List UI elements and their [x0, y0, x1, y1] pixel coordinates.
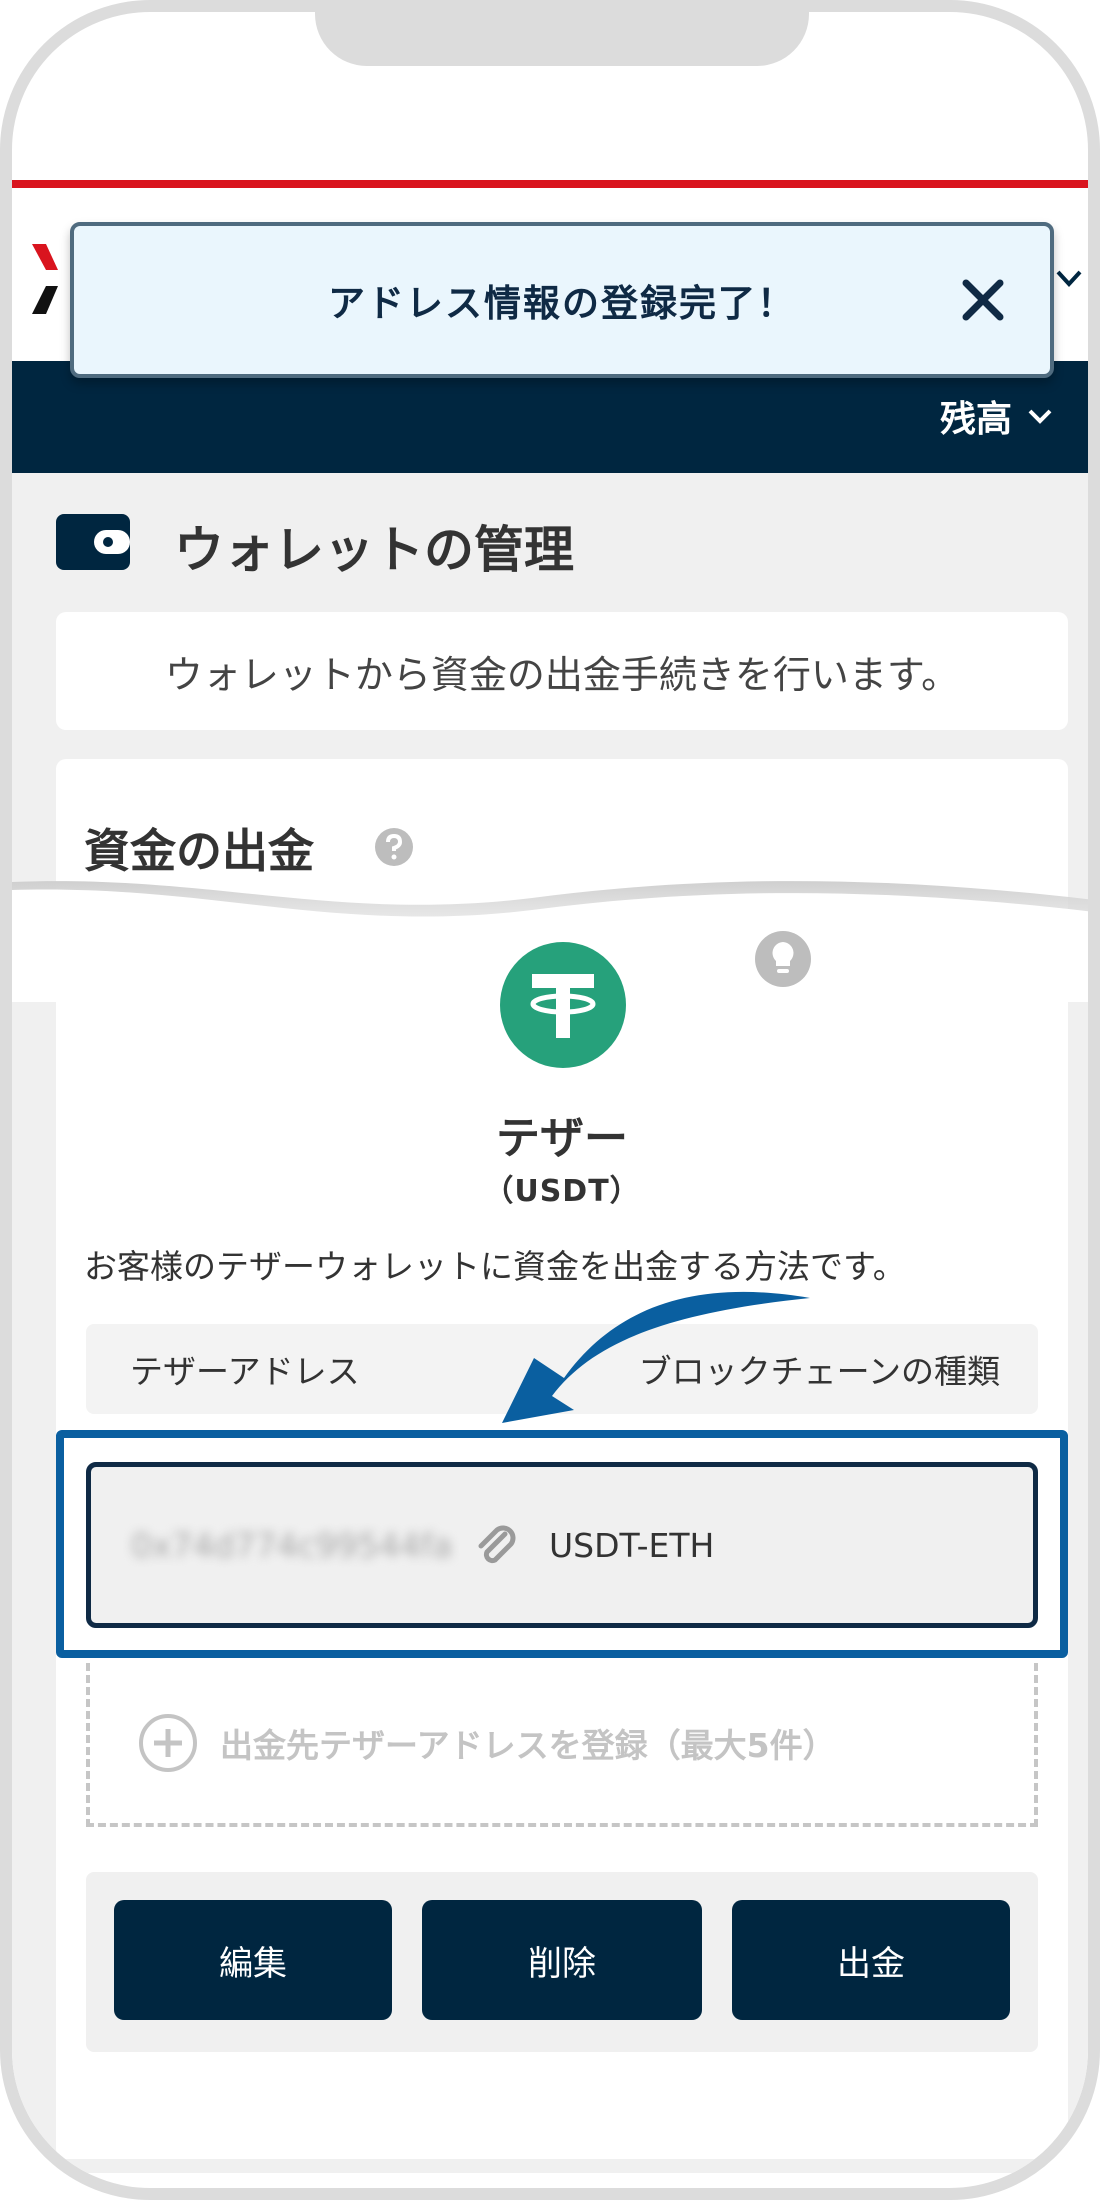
help-icon[interactable]: [374, 827, 414, 867]
coin-ticker: （USDT）: [483, 1174, 641, 1209]
chevron-down-icon[interactable]: [1052, 260, 1086, 294]
curved-arrow-icon: [502, 1291, 810, 1423]
success-toast: アドレス情報の登録完了！: [70, 222, 1054, 378]
brand-logo-icon: [32, 244, 58, 314]
phone-notch: [315, 12, 809, 66]
column-address: テザーアドレス: [130, 1352, 360, 1391]
page-description: ウォレットから資金の出金手続きを行います。: [56, 612, 1068, 730]
page-title: ウォレットの管理: [174, 521, 574, 579]
address-chain: USDT-ETH: [549, 1525, 715, 1565]
toast-message: アドレス情報の登録完了！: [328, 282, 796, 325]
phone-frame: 残高 アドレス情報の登録完了！ ウォレットの管理 ウォレットから資金の出金手続き…: [0, 0, 1100, 2200]
register-address-button[interactable]: 出金先テザーアドレスを登録（最大5件）: [86, 1663, 1038, 1827]
balance-label: 残高: [939, 399, 1012, 440]
paperclip-icon[interactable]: [471, 1520, 521, 1570]
lightbulb-icon[interactable]: [754, 930, 812, 988]
address-value: 0x74d774c99544fa...: [131, 1525, 451, 1565]
tether-coin-icon: [500, 942, 626, 1068]
register-address-label: 出金先テザーアドレスを登録（最大5件）: [220, 1726, 836, 1765]
plus-circle-icon: [139, 1714, 197, 1772]
delete-button[interactable]: 削除: [422, 1900, 702, 2020]
close-icon[interactable]: [960, 277, 1006, 323]
address-row[interactable]: 0x74d774c99544fa... USDT-ETH: [86, 1462, 1038, 1628]
chevron-down-icon: [1028, 409, 1052, 424]
edit-button[interactable]: 編集: [114, 1900, 392, 2020]
header-red-line: [12, 180, 1088, 188]
wallet-icon: [56, 514, 130, 570]
balance-dropdown[interactable]: 残高: [940, 390, 1054, 442]
withdraw-button[interactable]: 出金: [732, 1900, 1010, 2020]
coin-name: テザー: [496, 1113, 628, 1164]
